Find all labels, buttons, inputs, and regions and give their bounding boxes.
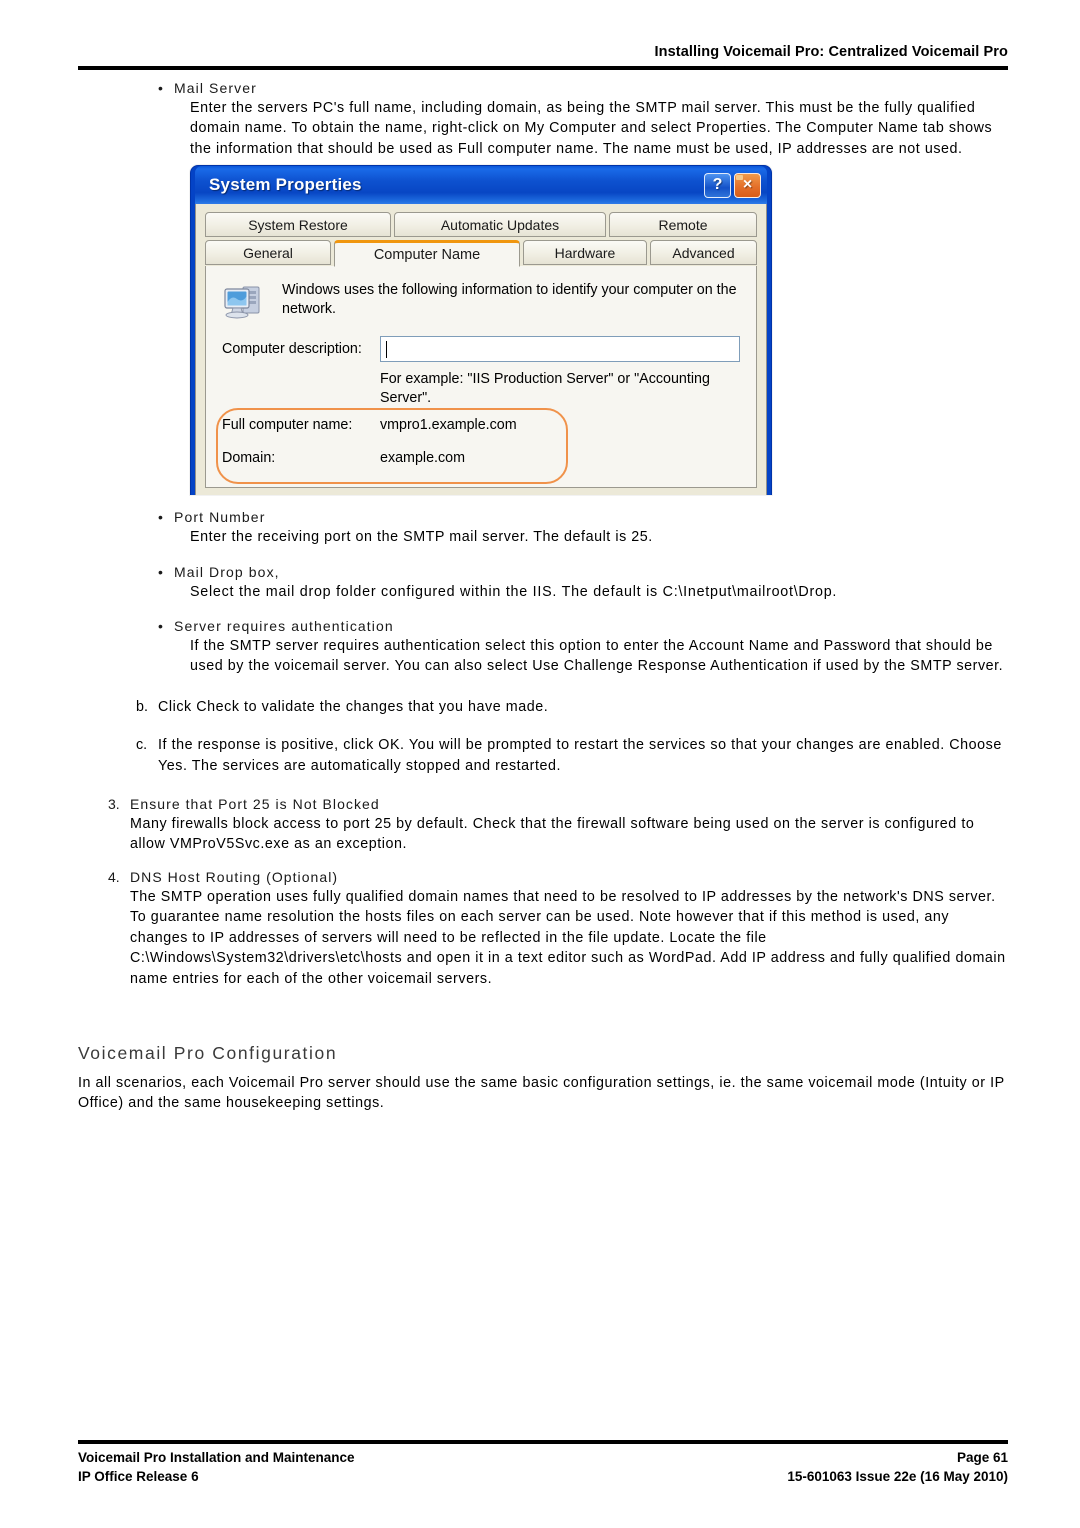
full-computer-name-value: vmpro1.example.com (380, 417, 517, 434)
tab-label: Computer Name (373, 246, 481, 263)
bullet-mail-server: • Mail Server Enter the servers PC's ful… (78, 78, 1010, 159)
tab-system-restore[interactable]: System Restore (205, 212, 391, 238)
bullet-dot-icon: • (158, 80, 163, 96)
bullet-heading-text: Mail Drop box, (174, 563, 280, 580)
computer-description-input[interactable] (380, 336, 740, 363)
numbered-heading-text: DNS Host Routing (Optional) (130, 868, 339, 885)
bullet-body-text: Enter the servers PC's full name, includ… (190, 100, 993, 157)
list-item-text: Click Check to validate the changes that… (158, 698, 549, 715)
tab-hardware[interactable]: Hardware (523, 240, 647, 266)
bullet-body-text: Enter the receiving port on the SMTP mai… (190, 529, 653, 546)
list-marker: b. (136, 698, 148, 715)
domain-value: example.com (380, 450, 466, 467)
tab-row-upper: System Restore Automatic Updates Remote (205, 212, 757, 239)
footer-doc-title: Voicemail Pro Installation and Maintenan… (78, 1450, 355, 1465)
page-header-title: Installing Voicemail Pro: Centralized Vo… (654, 44, 1008, 60)
list-marker: 3. (108, 796, 120, 813)
tab-label: Hardware (554, 244, 616, 261)
list-item-b: b. Click Check to validate the changes t… (78, 697, 1010, 717)
bullet-port-number: • Port Number Enter the receiving port o… (78, 507, 1010, 547)
dialog-window-buttons: ? × (704, 172, 761, 198)
tab-general[interactable]: General (205, 240, 331, 266)
bullet-heading-text: Mail Server (174, 80, 257, 96)
list-marker: 4. (108, 868, 120, 885)
bullet-dot-icon: • (158, 509, 163, 526)
help-icon[interactable]: ? (704, 172, 731, 198)
footer-release: IP Office Release 6 (78, 1469, 199, 1484)
footer-row-2: IP Office Release 6 15-601063 Issue 22e … (78, 1467, 1008, 1486)
full-computer-name-row: Full computer name: vmpro1.example.com (222, 416, 582, 435)
tab-label: General (243, 244, 293, 261)
tab-computer-name[interactable]: Computer Name (334, 240, 520, 268)
panel-intro-text: Windows uses the following information t… (282, 282, 737, 318)
section-heading: Voicemail Pro Configuration (78, 1042, 338, 1063)
tab-label: Automatic Updates (440, 216, 560, 233)
bullet-body-text: Select the mail drop folder configured w… (190, 583, 838, 600)
close-icon-glyph: × (742, 176, 753, 194)
bullet-heading: • Port Number (78, 507, 1010, 527)
bullet-server-requires-authentication: • Server requires authentication If the … (78, 616, 1010, 677)
panel-intro: Windows uses the following information t… (222, 280, 740, 322)
domain-label: Domain: (222, 450, 276, 467)
numbered-body-text: Many firewalls block access to port 25 b… (130, 816, 975, 853)
page-header: Installing Voicemail Pro: Centralized Vo… (78, 44, 1008, 63)
numbered-heading: 4. DNS Host Routing (Optional) (78, 867, 1010, 887)
bullet-heading-text: Server requires authentication (174, 618, 394, 635)
bullet-heading-text: Port Number (174, 509, 266, 526)
list-item-4: 4. DNS Host Routing (Optional) The SMTP … (78, 867, 1010, 989)
close-icon[interactable]: × (734, 172, 761, 198)
tab-label: System Restore (248, 216, 348, 233)
dialog-title: System Properties (209, 175, 362, 195)
section-body-text: In all scenarios, each Voicemail Pro ser… (78, 1074, 1005, 1112)
bullet-dot-icon: • (158, 563, 163, 580)
tab-remote[interactable]: Remote (609, 212, 757, 238)
computer-description-hint: For example: "IIS Production Server" or … (380, 371, 710, 407)
header-divider (78, 66, 1008, 70)
section-voicemail-pro-configuration: Voicemail Pro Configuration In all scena… (78, 1041, 1010, 1114)
computer-description-label: Computer description: (222, 341, 362, 358)
computer-icon (224, 286, 260, 319)
help-icon-glyph: ? (712, 176, 723, 194)
dialog-titlebar[interactable]: System Properties ? × (195, 166, 767, 205)
tab-label: Advanced (672, 244, 735, 261)
text-caret (386, 341, 387, 359)
computer-identity-info: Full computer name: vmpro1.example.com D… (222, 416, 582, 482)
footer-issue: 15-601063 Issue 22e (16 May 2010) (787, 1469, 1008, 1484)
dialog-tab-strip: System Restore Automatic Updates Remote … (205, 212, 757, 268)
tab-row-lower: General Computer Name Hardware Advanced (205, 240, 757, 268)
computer-description-row: Computer description: (222, 336, 740, 363)
footer-page-number: Page 61 (956, 1450, 1008, 1465)
domain-row: Domain: example.com (222, 449, 582, 468)
page-footer: Voicemail Pro Installation and Maintenan… (78, 1440, 1008, 1486)
numbered-body-text: The SMTP operation uses fully qualified … (130, 888, 1006, 987)
bullet-body-text: If the SMTP server requires authenticati… (190, 638, 1004, 675)
bullet-heading: • Server requires authentication (78, 616, 1010, 636)
numbered-heading-text: Ensure that Port 25 is Not Blocked (130, 796, 380, 813)
list-marker: c. (136, 737, 148, 754)
list-item-c: c. If the response is positive, click OK… (78, 735, 1010, 776)
bullet-dot-icon: • (158, 618, 163, 635)
tab-automatic-updates[interactable]: Automatic Updates (394, 212, 606, 238)
bullet-heading: • Mail Server (78, 78, 1010, 98)
bullet-mail-drop-box: • Mail Drop box, Select the mail drop fo… (78, 562, 1010, 602)
footer-row-1: Voicemail Pro Installation and Maintenan… (78, 1448, 1008, 1467)
list-item-3: 3. Ensure that Port 25 is Not Blocked Ma… (78, 794, 1010, 855)
numbered-heading: 3. Ensure that Port 25 is Not Blocked (78, 794, 1010, 814)
dialog-body: System Restore Automatic Updates Remote … (195, 204, 767, 496)
tab-advanced[interactable]: Advanced (650, 240, 757, 266)
footer-divider (78, 1440, 1008, 1444)
bullet-heading: • Mail Drop box, (78, 562, 1010, 582)
document-body: • Mail Server Enter the servers PC's ful… (78, 78, 1010, 1114)
tab-label: Remote (658, 216, 708, 233)
list-item-text: If the response is positive, click OK. Y… (158, 737, 1002, 774)
computer-name-panel: Windows uses the following information t… (205, 266, 757, 489)
full-computer-name-label: Full computer name: (222, 417, 353, 434)
system-properties-dialog[interactable]: System Properties ? × System Restore Aut… (190, 165, 772, 496)
